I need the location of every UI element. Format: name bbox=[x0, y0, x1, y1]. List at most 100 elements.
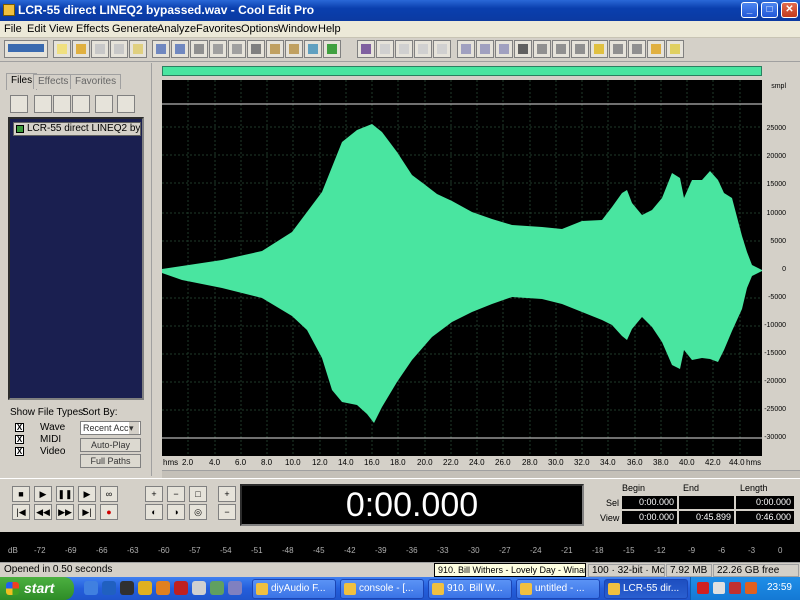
view-end-value[interactable]: 0:45.899 bbox=[679, 511, 734, 524]
video-checkbox[interactable]: X bbox=[15, 447, 24, 456]
task-console[interactable]: console - [... bbox=[340, 579, 424, 599]
auto-play-button[interactable]: Auto-Play bbox=[80, 438, 141, 452]
task-cool-edit[interactable]: LCR-55 dir... bbox=[604, 579, 688, 599]
console-icon[interactable] bbox=[120, 581, 134, 595]
media-icon[interactable] bbox=[174, 581, 188, 595]
copy-new-icon[interactable] bbox=[228, 40, 246, 58]
winamp-icon[interactable] bbox=[138, 581, 152, 595]
tab-effects[interactable]: Effects bbox=[33, 74, 74, 89]
help-icon[interactable] bbox=[117, 95, 135, 113]
fit-view-icon[interactable] bbox=[552, 40, 570, 58]
tray-alert-icon[interactable] bbox=[729, 582, 741, 594]
menu-favorites[interactable]: Favorites bbox=[196, 23, 241, 35]
menu-view[interactable]: View bbox=[49, 23, 73, 35]
cut-icon[interactable] bbox=[247, 40, 265, 58]
open-folder-icon[interactable] bbox=[10, 95, 28, 113]
meters-icon[interactable] bbox=[571, 40, 589, 58]
spectral-view-icon[interactable] bbox=[357, 40, 375, 58]
antivirus-icon[interactable] bbox=[697, 582, 709, 594]
grid-icon[interactable] bbox=[395, 40, 413, 58]
menu-window[interactable]: Window bbox=[278, 23, 317, 35]
audio-icon[interactable] bbox=[228, 581, 242, 595]
sort-by-select[interactable]: Recent Acc ▾ bbox=[80, 421, 141, 435]
window-3-icon[interactable] bbox=[495, 40, 513, 58]
settings-icon[interactable] bbox=[192, 581, 206, 595]
task-winamp[interactable]: 910. Bill W... bbox=[428, 579, 512, 599]
edit-icon[interactable] bbox=[647, 40, 665, 58]
task-untitled[interactable]: untitled - ... bbox=[516, 579, 600, 599]
loop-button[interactable]: ∞ bbox=[100, 486, 118, 502]
menu-generate[interactable]: Generate bbox=[112, 23, 158, 35]
save-as-icon[interactable] bbox=[110, 40, 128, 58]
window-1-icon[interactable] bbox=[457, 40, 475, 58]
list-icon[interactable] bbox=[609, 40, 627, 58]
menu-options[interactable]: Options bbox=[241, 23, 279, 35]
waveform-display[interactable] bbox=[162, 80, 762, 456]
close-folder-icon[interactable] bbox=[34, 95, 52, 113]
midi-checkbox[interactable]: X bbox=[15, 435, 24, 444]
export-icon[interactable] bbox=[72, 95, 90, 113]
open-file-icon[interactable] bbox=[72, 40, 90, 58]
tray-volume-icon[interactable] bbox=[745, 582, 757, 594]
fast-forward-button[interactable]: ▶▶ bbox=[56, 504, 74, 520]
zoom-vertical-out-icon[interactable]: − bbox=[218, 504, 236, 520]
sel-length-value[interactable]: 0:00.000 bbox=[736, 496, 794, 509]
play-to-end-button[interactable]: ▶ bbox=[78, 486, 96, 502]
pause-button[interactable]: ❚❚ bbox=[56, 486, 74, 502]
zoom-left-icon[interactable]: ◐ bbox=[145, 504, 163, 520]
sel-begin-value[interactable]: 0:00.000 bbox=[622, 496, 677, 509]
waveform-overview[interactable] bbox=[162, 66, 762, 76]
copy-icon[interactable] bbox=[209, 40, 227, 58]
zoom-vertical-in-icon[interactable]: + bbox=[218, 486, 236, 502]
file-list[interactable]: LCR-55 direct LINEQ2 bypassed.wav bbox=[8, 117, 144, 400]
window-2-icon[interactable] bbox=[476, 40, 494, 58]
close-file-icon[interactable] bbox=[129, 40, 147, 58]
zoom-view-icon[interactable] bbox=[533, 40, 551, 58]
menu-effects[interactable]: Effects bbox=[76, 23, 109, 35]
multitrack-toggle-button[interactable] bbox=[4, 40, 48, 58]
zoom-full-icon[interactable]: □ bbox=[189, 486, 207, 502]
save-icon[interactable] bbox=[91, 40, 109, 58]
go-to-end-button[interactable]: ▶| bbox=[78, 504, 96, 520]
wave-checkbox[interactable]: X bbox=[15, 423, 24, 432]
options-icon[interactable] bbox=[95, 95, 113, 113]
repeat-icon[interactable] bbox=[190, 40, 208, 58]
tab-favorites[interactable]: Favorites bbox=[70, 74, 122, 89]
undo-icon[interactable] bbox=[152, 40, 170, 58]
redo-icon[interactable] bbox=[171, 40, 189, 58]
trim-icon[interactable] bbox=[323, 40, 341, 58]
import-icon[interactable] bbox=[53, 95, 71, 113]
network-icon[interactable] bbox=[210, 581, 224, 595]
menu-analyze[interactable]: Analyze bbox=[157, 23, 196, 35]
go-to-start-button[interactable]: |◀ bbox=[12, 504, 30, 520]
mix-paste-icon[interactable] bbox=[304, 40, 322, 58]
vlc-icon[interactable] bbox=[156, 581, 170, 595]
zoom-selection-icon[interactable]: ◎ bbox=[189, 504, 207, 520]
view-length-value[interactable]: 0:46.000 bbox=[736, 511, 794, 524]
menu-help[interactable]: Help bbox=[318, 23, 341, 35]
rewind-button[interactable]: ◀◀ bbox=[34, 504, 52, 520]
stop-button[interactable]: ■ bbox=[12, 486, 30, 502]
explorer-icon[interactable] bbox=[102, 581, 116, 595]
play-cursor-icon[interactable] bbox=[514, 40, 532, 58]
maximize-button[interactable]: □ bbox=[761, 2, 778, 18]
tray-app-icon[interactable] bbox=[713, 582, 725, 594]
grid-2-icon[interactable] bbox=[414, 40, 432, 58]
record-button[interactable]: ● bbox=[100, 504, 118, 520]
minimize-button[interactable]: _ bbox=[741, 2, 758, 18]
ie-icon[interactable] bbox=[84, 581, 98, 595]
play-button[interactable]: ▶ bbox=[34, 486, 52, 502]
close-button[interactable]: ✕ bbox=[781, 2, 798, 18]
zoom-in-icon[interactable]: + bbox=[145, 486, 163, 502]
paste-icon[interactable] bbox=[266, 40, 284, 58]
list-item[interactable]: LCR-55 direct LINEQ2 bypassed.wav bbox=[13, 122, 141, 136]
full-paths-button[interactable]: Full Paths bbox=[80, 454, 141, 468]
horizontal-scrollbar[interactable] bbox=[162, 470, 800, 478]
menu-file[interactable]: File bbox=[4, 23, 22, 35]
help-icon[interactable] bbox=[666, 40, 684, 58]
new-file-icon[interactable] bbox=[53, 40, 71, 58]
paste-new-icon[interactable] bbox=[285, 40, 303, 58]
sel-end-value[interactable] bbox=[679, 496, 734, 509]
task-diyaudio[interactable]: diyAudio F... bbox=[252, 579, 336, 599]
settings-icon[interactable] bbox=[628, 40, 646, 58]
